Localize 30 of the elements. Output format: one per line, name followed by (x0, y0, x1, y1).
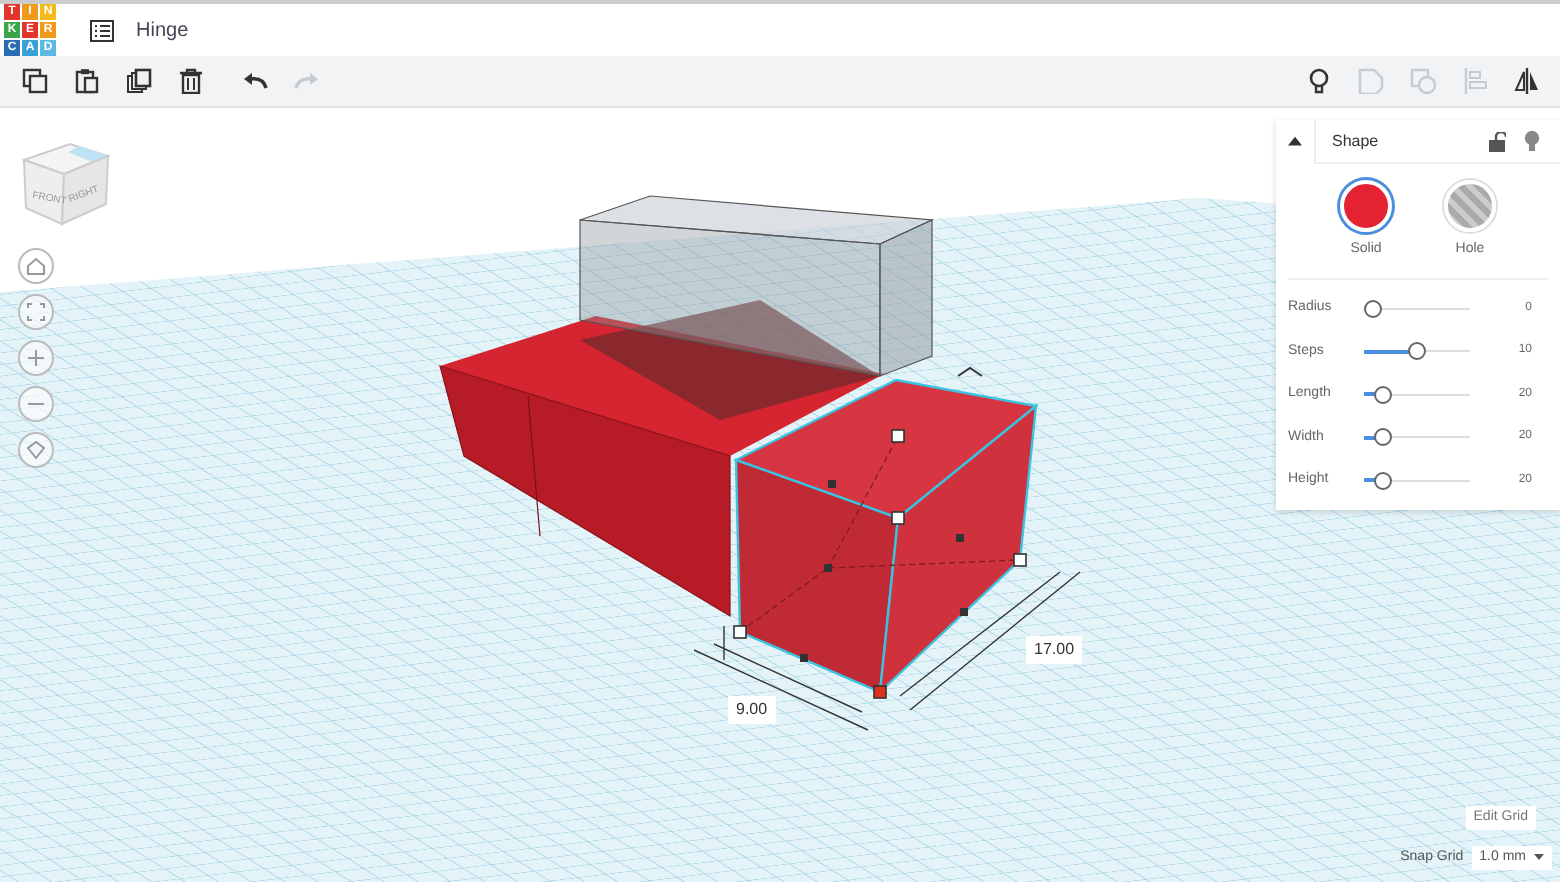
home-icon (26, 256, 46, 276)
zoom-out-button[interactable] (18, 386, 54, 422)
midpoint-marker (960, 608, 968, 616)
midpoint-marker (828, 480, 836, 488)
hole-box-shape[interactable] (579, 195, 935, 377)
perspective-button[interactable] (18, 432, 54, 468)
caret-icon (1288, 136, 1302, 146)
unlock-icon[interactable] (1488, 131, 1506, 151)
perspective-icon (26, 440, 46, 460)
midpoint-marker (956, 534, 964, 542)
resize-handle[interactable] (733, 625, 747, 639)
zoom-in-button[interactable] (18, 340, 54, 376)
resize-handle[interactable] (873, 685, 887, 699)
design-title[interactable]: Hinge (136, 15, 189, 45)
resize-handle[interactable] (1013, 553, 1027, 567)
resize-handle[interactable] (891, 429, 905, 443)
resize-handle[interactable] (891, 511, 905, 525)
fit-view-icon (26, 302, 46, 322)
rotate-handle-icon[interactable] (957, 366, 983, 377)
panel-title: Shape (1332, 129, 1379, 153)
home-button[interactable] (18, 248, 54, 284)
dimension-label[interactable]: 17.00 (1026, 636, 1083, 664)
midpoint-marker (824, 564, 832, 572)
midpoint-marker (800, 654, 808, 662)
zoom-in-icon (26, 348, 46, 368)
caret-icon (1534, 854, 1544, 861)
dimension-label[interactable]: 9.00 (728, 696, 776, 724)
fit-view-button[interactable] (18, 294, 54, 330)
selected-box-shape[interactable] (732, 378, 1039, 696)
collapse-button[interactable] (1276, 119, 1316, 163)
